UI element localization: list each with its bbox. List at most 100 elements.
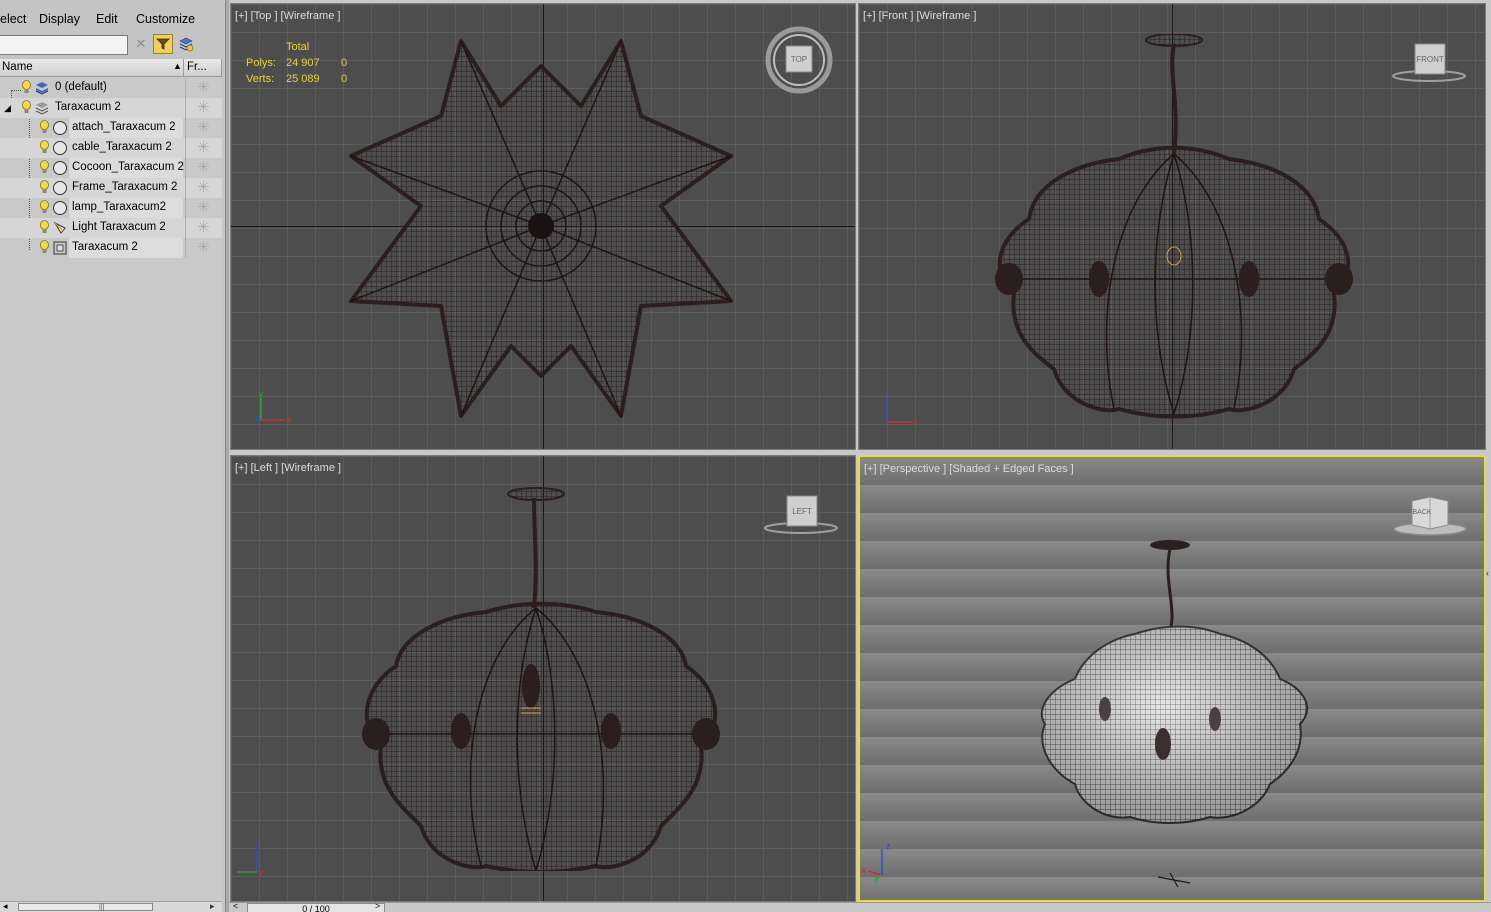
viewcube-label: BACK — [1412, 509, 1432, 516]
stats-verts-label: Verts: — [246, 73, 275, 85]
axis-tripod-icon: z x y — [862, 841, 891, 883]
menu-edit[interactable]: Edit — [96, 12, 118, 26]
svg-text:z: z — [885, 388, 890, 398]
geometry-icon — [53, 201, 67, 215]
lightbulb-icon[interactable] — [39, 220, 50, 235]
viewcube-label: TOP — [790, 55, 808, 64]
viewport-label[interactable]: [+] [Perspective ] [Shaded + Edged Faces… — [864, 463, 1074, 475]
lightbulb-icon[interactable] — [39, 160, 50, 175]
list-item-label: Taraxacum 2 — [55, 101, 121, 113]
menu-display[interactable]: Display — [39, 12, 80, 26]
scroll-left-icon[interactable]: ◂ — [3, 901, 8, 912]
freeze-icon[interactable]: ✳ — [185, 98, 221, 118]
lightbulb-icon[interactable] — [39, 200, 50, 215]
list-item-label: cable_Taraxacum 2 — [72, 141, 172, 153]
group-icon — [53, 241, 67, 255]
column-divider-right — [221, 59, 222, 77]
column-divider — [183, 59, 184, 77]
time-next-button[interactable]: > — [375, 901, 380, 911]
filter-icon[interactable] — [153, 34, 173, 54]
light-object-icon — [53, 221, 66, 234]
freeze-icon[interactable]: ✳ — [185, 138, 221, 158]
list-item[interactable]: Frame_Taraxacum 2 ✳ — [0, 178, 222, 198]
lamp-wireframe-left — [362, 487, 720, 871]
freeze-icon[interactable]: ✳ — [185, 178, 221, 198]
viewcube-perspective[interactable]: BACK — [1390, 493, 1470, 539]
list-item-label: 0 (default) — [55, 81, 107, 93]
scene-explorer: elect Display Edit Customize ✕ Name ▲ Fr… — [0, 0, 226, 912]
horizontal-scrollbar[interactable]: ◂ ||| ▸ — [0, 901, 222, 912]
list-item-label: attach_Taraxacum 2 — [72, 121, 176, 133]
viewcube-label: FRONT — [1416, 55, 1444, 64]
list-item[interactable]: Cocoon_Taraxacum 2 ✳ — [0, 158, 222, 178]
list-item-label: Cocoon_Taraxacum 2 — [72, 161, 184, 173]
freeze-icon[interactable]: ✳ — [185, 158, 221, 178]
time-prev-button[interactable]: < — [233, 901, 238, 911]
svg-text:y: y — [874, 875, 879, 883]
viewcube-icon — [764, 495, 838, 534]
panel-divider[interactable] — [226, 0, 229, 912]
list-item[interactable]: cable_Taraxacum 2 ✳ — [0, 138, 222, 158]
lightbulb-icon[interactable] — [21, 100, 32, 115]
list-item[interactable]: lamp_Taraxacum2 ✳ — [0, 198, 222, 218]
viewport-top[interactable]: Total Polys: 24 907 0 Verts: 25 089 0 [+… — [230, 3, 856, 450]
viewport-label[interactable]: [+] [Front ] [Wireframe ] — [863, 10, 976, 22]
column-header: Name ▲ Fr... — [0, 59, 222, 77]
column-name-header[interactable]: Name — [2, 61, 33, 73]
lightbulb-icon[interactable] — [39, 180, 50, 195]
time-slider-bar: < 0 / 100 > — [229, 901, 1491, 912]
viewport-left[interactable]: [+] [Left ] [Wireframe ] LEFT z y — [230, 455, 856, 902]
layers-icon[interactable] — [176, 34, 196, 54]
list-item-label: Frame_Taraxacum 2 — [72, 181, 178, 193]
viewport-label[interactable]: [+] [Top ] [Wireframe ] — [235, 10, 340, 22]
freeze-icon[interactable]: ✳ — [185, 78, 221, 98]
funnel-icon — [156, 38, 170, 50]
svg-text:z: z — [255, 838, 260, 848]
resize-handle-icon[interactable]: ‹ — [1486, 568, 1489, 578]
stats-polys-label: Polys: — [246, 57, 276, 69]
viewport-label[interactable]: [+] [Left ] [Wireframe ] — [235, 462, 341, 474]
list-item-label: lamp_Taraxacum2 — [72, 201, 166, 213]
scroll-thumb[interactable]: ||| — [18, 903, 153, 911]
lightbulb-icon[interactable] — [39, 140, 50, 155]
viewcube-label: LEFT — [792, 507, 812, 516]
freeze-icon[interactable]: ✳ — [185, 238, 221, 258]
stats-polys-selected: 0 — [341, 57, 348, 69]
svg-text:z: z — [255, 413, 260, 423]
scroll-right-icon[interactable]: ▸ — [210, 901, 215, 912]
time-slider[interactable]: 0 / 100 — [247, 903, 385, 912]
freeze-icon[interactable]: ✳ — [185, 118, 221, 138]
lightbulb-icon[interactable] — [39, 240, 50, 255]
list-item[interactable]: attach_Taraxacum 2 ✳ — [0, 118, 222, 138]
menu-select[interactable]: elect — [0, 12, 26, 26]
viewport-front[interactable]: [+] [Front ] [Wireframe ] FRONT z x — [858, 3, 1486, 450]
stats-verts-selected: 0 — [341, 73, 348, 85]
layer-icon — [35, 102, 49, 115]
viewcube-left[interactable]: LEFT — [761, 494, 841, 538]
clear-search-icon[interactable]: ✕ — [131, 34, 151, 54]
viewcube-top[interactable]: TOP — [765, 26, 833, 94]
geometry-icon — [53, 141, 67, 155]
geometry-icon — [53, 161, 67, 175]
viewport-perspective[interactable]: [+] [Perspective ] [Shaded + Edged Faces… — [858, 455, 1486, 902]
freeze-icon[interactable]: ✳ — [185, 218, 221, 238]
list-item[interactable]: Light Taraxacum 2 ✳ — [0, 218, 222, 238]
search-input[interactable] — [0, 35, 128, 55]
viewcube-front[interactable]: FRONT — [1389, 42, 1469, 86]
list-item[interactable]: ◢ Taraxacum 2 ✳ — [0, 98, 222, 118]
menu-bar: elect Display Edit Customize — [0, 8, 226, 30]
freeze-icon[interactable]: ✳ — [185, 198, 221, 218]
collapse-arrow-icon[interactable]: ◢ — [4, 103, 11, 114]
lightbulb-icon[interactable] — [21, 80, 32, 95]
list-item[interactable]: 0 (default) ✳ — [0, 78, 222, 98]
list-item[interactable]: Taraxacum 2 ✳ — [0, 238, 222, 258]
app-window: elect Display Edit Customize ✕ Name ▲ Fr… — [0, 0, 1491, 912]
menu-customize[interactable]: Customize — [136, 12, 195, 26]
column-frozen-header[interactable]: Fr... — [187, 61, 207, 73]
geometry-icon — [53, 181, 67, 195]
lightbulb-icon[interactable] — [39, 120, 50, 135]
svg-text:z: z — [886, 841, 891, 851]
lamp-wireframe-top — [349, 39, 733, 418]
sort-arrow-icon: ▲ — [173, 61, 182, 71]
stats-verts-value: 25 089 — [286, 73, 320, 85]
